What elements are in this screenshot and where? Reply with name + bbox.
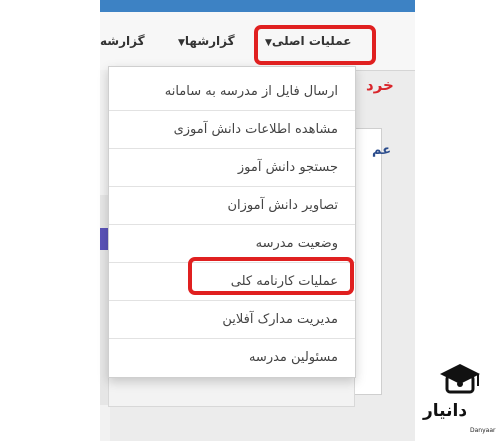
- highlight-main-menu: [254, 25, 376, 65]
- menu-item-student-info[interactable]: مشاهده اطلاعات دانش آموزی: [109, 111, 355, 149]
- menu-item-search-student[interactable]: جستجو دانش آموز: [109, 149, 355, 187]
- nav-reports-2[interactable]: گزارشه: [100, 34, 145, 54]
- page-heading-red: خرد: [366, 76, 394, 94]
- highlight-report-card: [188, 257, 354, 295]
- main-operations-dropdown: ارسال فایل از مدرسه به سامانه مشاهده اطل…: [108, 66, 356, 378]
- menu-item-school-officials[interactable]: مسئولین مدرسه: [109, 339, 355, 377]
- menu-item-upload-file[interactable]: ارسال فایل از مدرسه به سامانه: [109, 73, 355, 111]
- nav-reports-label: گزارشها: [184, 34, 235, 48]
- chevron-down-icon: ▼: [178, 38, 185, 48]
- nav-reports-2-label: گزارشه: [100, 34, 145, 48]
- top-strip: [100, 0, 415, 12]
- logo-subtitle: Danyaar: [470, 427, 496, 434]
- logo-name: دانیار: [423, 401, 468, 421]
- graduation-cap-icon: [440, 364, 480, 394]
- side-purple-tab[interactable]: [100, 228, 108, 250]
- right-panel: [352, 128, 382, 395]
- nav-reports[interactable]: گزارشها▼: [175, 34, 235, 54]
- menu-item-student-photos[interactable]: تصاویر دانش آموزان: [109, 187, 355, 225]
- page-heading-blue: عم: [372, 143, 392, 158]
- menu-item-offline-docs[interactable]: مدیریت مدارک آفلاین: [109, 301, 355, 339]
